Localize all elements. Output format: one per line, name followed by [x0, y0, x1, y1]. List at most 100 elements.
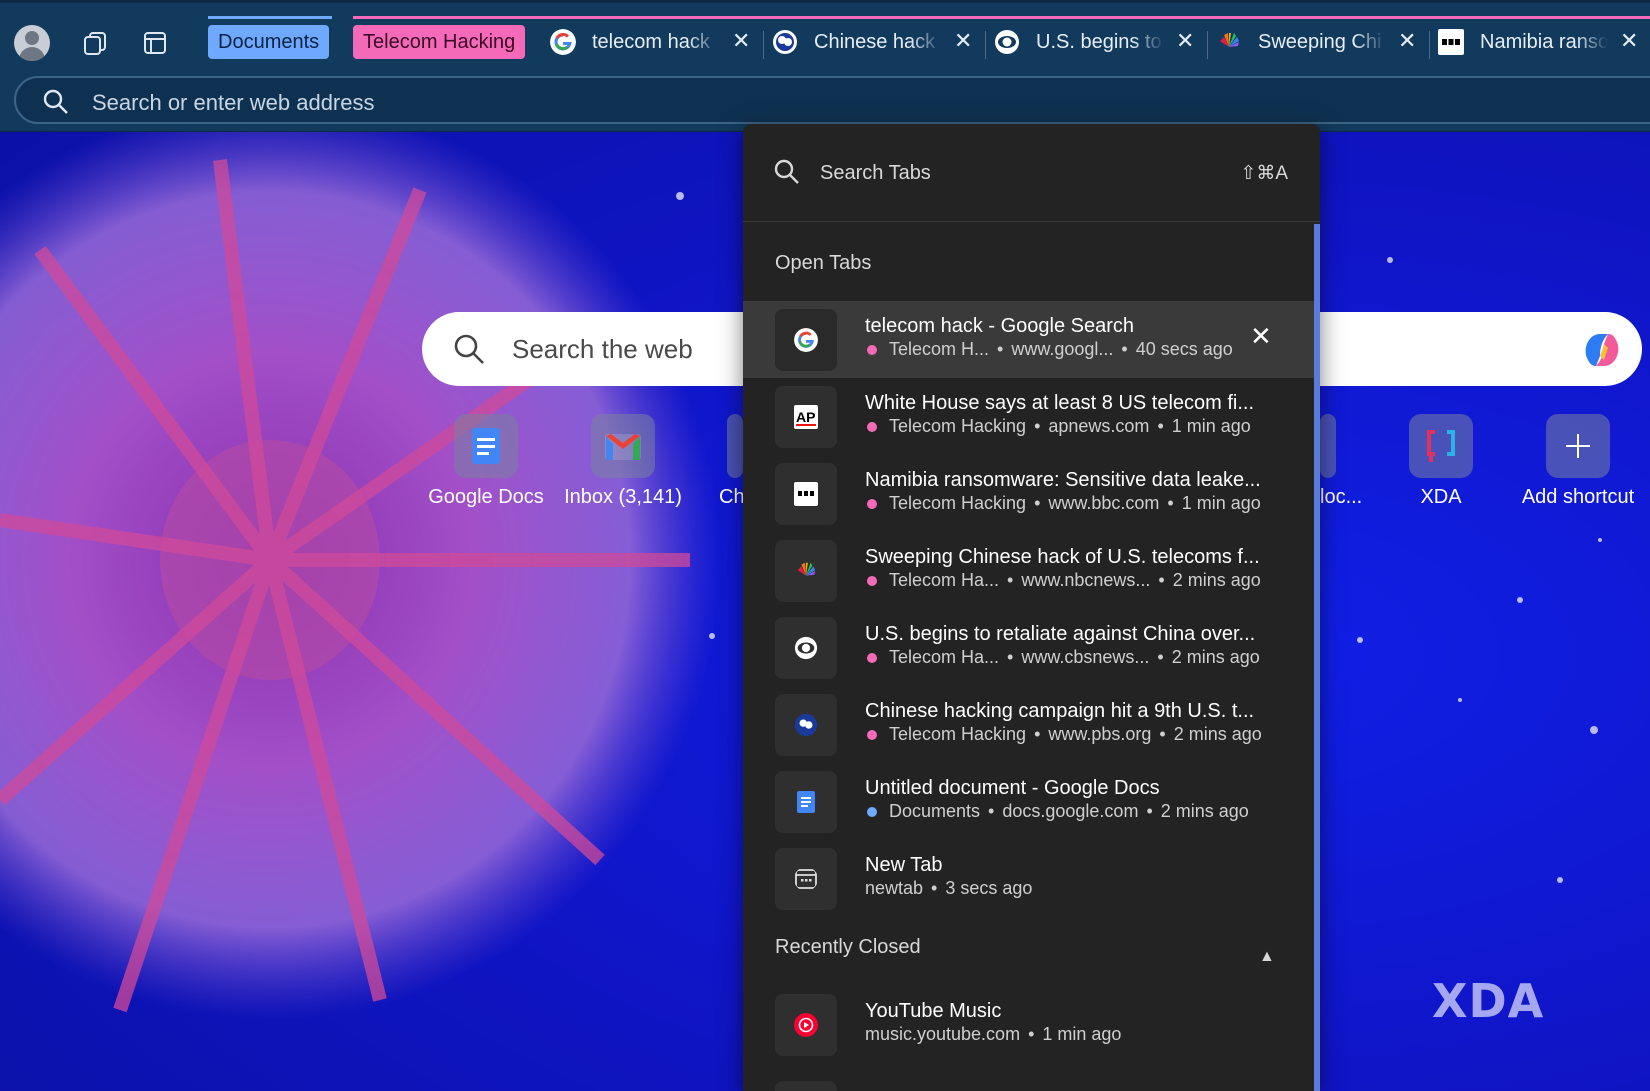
nbc-icon	[1220, 33, 1239, 47]
search-icon	[454, 334, 484, 364]
tab-item-meta: Telecom Hacking • apnews.com • 1 min ago	[865, 416, 1251, 437]
tab-item-meta: Telecom Ha... • www.cbsnews... • 2 mins ago	[865, 647, 1260, 668]
google-icon	[550, 29, 576, 55]
tab-item-meta: newtab • 3 secs ago	[865, 878, 1033, 898]
vertical-tabs-icon[interactable]	[142, 30, 168, 56]
shortcut-label: Inbox (3,141)	[564, 486, 682, 508]
search-icon	[43, 89, 68, 114]
tab-item-title: telecom hack - Google Search	[865, 315, 1135, 337]
open-tab-item[interactable]: Namibia ransomware: Sensitive data leake…	[743, 455, 1314, 532]
recently-closed-item[interactable]: YouTube Music music.youtube.com • 1 min ag…	[743, 986, 1314, 1063]
google-docs-icon	[454, 414, 518, 478]
partial-shortcut-icon	[727, 414, 743, 478]
bbc-icon	[1438, 29, 1464, 55]
tab-item-title: Chinese hacking campaign hit a 9th U.S. …	[865, 700, 1255, 722]
gmail-icon	[591, 414, 655, 478]
open-tab-item[interactable]: Sweeping Chinese hack of U.S. telecoms f…	[743, 532, 1314, 609]
shortcut-partial[interactable]: loc...	[1320, 414, 1365, 509]
recently-closed-item[interactable]	[743, 1063, 1314, 1091]
web-search-placeholder: Search the web	[512, 334, 693, 364]
profile-avatar-icon[interactable]	[14, 25, 50, 61]
open-tab-item[interactable]: telecom hack - Google Search Telecom H..…	[743, 301, 1314, 378]
tab-title: U.S. begins to	[1036, 31, 1162, 53]
tab-item-title: Namibia ransomware: Sensitive data leake…	[865, 469, 1261, 491]
documents-group-indicator	[208, 16, 332, 19]
toolbar: Search or enter web address	[0, 68, 1650, 132]
close-tab-icon[interactable]: ✕	[954, 28, 972, 54]
collapse-chevron-icon[interactable]: ▲	[1259, 948, 1275, 966]
open-tab-item[interactable]: AP White House says at least 8 US teleco…	[743, 378, 1314, 455]
tab-title: telecom hack	[592, 31, 710, 53]
pbs-icon	[794, 713, 818, 737]
plus-icon	[1546, 414, 1610, 478]
close-tab-icon[interactable]: ✕	[732, 28, 750, 54]
telecom-group-indicator	[353, 16, 1650, 19]
tab-item-title: Untitled document - Google Docs	[865, 777, 1160, 799]
tab-telecom-hack[interactable]: telecom hack ✕	[550, 23, 770, 63]
ap-icon: AP	[794, 405, 818, 429]
close-tab-icon[interactable]: ✕	[1398, 28, 1416, 54]
address-bar[interactable]: Search or enter web address	[14, 76, 1650, 124]
partial-favicon-icon	[775, 1081, 837, 1091]
open-tab-item[interactable]: Chinese hacking campaign hit a 9th U.S. …	[743, 686, 1314, 763]
tab-item-title: White House says at least 8 US telecom f…	[865, 392, 1255, 414]
tab-item-meta: Telecom H... • www.googl... • 40 secs ago	[865, 339, 1233, 360]
recently-closed-heading: Recently Closed	[775, 936, 921, 958]
tab-title: Chinese hack	[814, 31, 936, 53]
newtab-icon	[795, 869, 817, 889]
search-icon	[774, 159, 799, 184]
shortcut-xda[interactable]: XDA	[1376, 414, 1506, 509]
keyboard-shortcut: ⇧⌘A	[1240, 163, 1288, 184]
close-tab-icon[interactable]: ✕	[1176, 28, 1194, 54]
close-tab-icon[interactable]: ✕	[1250, 321, 1272, 352]
tab-group-telecom-hacking[interactable]: Telecom Hacking	[353, 25, 526, 59]
workspaces-icon[interactable]	[82, 30, 108, 56]
tab-chinese-hack[interactable]: Chinese hack ✕	[772, 23, 992, 63]
pbs-icon	[773, 30, 797, 54]
tab-item-title: U.S. begins to retaliate against China o…	[865, 623, 1256, 645]
tab-strip: Documents Telecom Hacking telecom hack ✕…	[0, 0, 1650, 68]
cbs-icon	[995, 30, 1019, 54]
tab-group-documents[interactable]: Documents	[208, 25, 330, 59]
group-color-dot	[867, 498, 877, 509]
shortcut-label: loc...	[1320, 486, 1363, 508]
add-shortcut-button[interactable]: Add shortcut	[1513, 414, 1643, 509]
tab-us-begins[interactable]: U.S. begins to ✕	[994, 23, 1214, 63]
tab-separator	[1429, 31, 1430, 59]
tab-item-meta: Telecom Hacking • www.bbc.com • 1 min ago	[865, 493, 1261, 514]
tab-item-meta: music.youtube.com • 1 min ago	[865, 1024, 1122, 1044]
close-tab-icon[interactable]: ✕	[1620, 28, 1638, 54]
shortcut-label: Ch	[719, 486, 743, 508]
group-color-dot	[867, 806, 877, 817]
nbc-icon	[797, 562, 816, 576]
tab-item-title: YouTube Music	[865, 1000, 1002, 1022]
address-placeholder: Search or enter web address	[92, 90, 375, 115]
tab-sweeping-chinese[interactable]: Sweeping Chi ✕	[1216, 23, 1436, 63]
tab-separator	[1207, 31, 1208, 59]
shortcut-label: Google Docs	[428, 486, 544, 508]
tab-namibia[interactable]: Namibia ranso ✕	[1438, 23, 1650, 63]
tab-title: Sweeping Chi	[1258, 31, 1382, 53]
group-color-dot	[867, 575, 877, 586]
tab-item-title: New Tab	[865, 854, 943, 876]
open-tabs-heading: Open Tabs	[775, 252, 872, 274]
shortcut-inbox[interactable]: Inbox (3,141)	[558, 414, 688, 509]
open-tab-item[interactable]: New Tab newtab • 3 secs ago	[743, 840, 1314, 917]
tab-title: Namibia ranso	[1480, 31, 1608, 53]
scrollbar[interactable]	[1314, 224, 1320, 1091]
tab-separator	[985, 31, 986, 59]
tab-search-input[interactable]: Search Tabs ⇧⌘A	[743, 124, 1320, 222]
xda-icon	[1409, 414, 1473, 478]
copilot-icon[interactable]	[1578, 326, 1626, 374]
shortcut-partial[interactable]: Ch	[695, 414, 743, 509]
tab-item-meta: Telecom Ha... • www.nbcnews... • 2 mins ago	[865, 570, 1261, 591]
open-tab-item[interactable]: U.S. begins to retaliate against China o…	[743, 609, 1314, 686]
group-color-dot	[867, 344, 877, 355]
tab-search-placeholder: Search Tabs	[820, 162, 931, 184]
partial-shortcut-icon	[1320, 414, 1336, 478]
shortcut-google-docs[interactable]: Google Docs	[421, 414, 551, 509]
tab-item-meta: Telecom Hacking • www.pbs.org • 2 mins ago	[865, 724, 1262, 745]
svg-text:AP: AP	[796, 409, 815, 425]
google-docs-icon	[797, 791, 815, 813]
open-tab-item[interactable]: Untitled document - Google Docs Document…	[743, 763, 1314, 840]
